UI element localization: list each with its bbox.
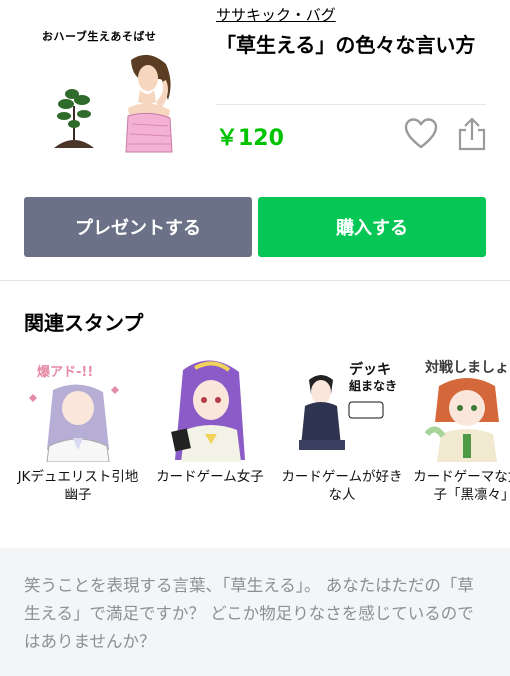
description-text: 笑うことを表現する言葉、「草生える」。 あなたはただの「草生える」で満足ですか？… bbox=[24, 576, 474, 651]
related-sticker-image: 爆アド-!! bbox=[29, 364, 119, 462]
heart-icon[interactable] bbox=[403, 116, 439, 152]
related-heading: 関連スタンプ bbox=[24, 311, 144, 335]
related-sticker-item[interactable]: 爆アド-!! JKデュエリスト引地幽子 bbox=[16, 350, 140, 504]
related-sticker-label: カードゲームが好きな人 bbox=[281, 469, 403, 503]
thumbnail-caption: おハーブ生えあそばせ bbox=[42, 30, 157, 43]
author-link[interactable]: ササキック・バグ bbox=[216, 4, 336, 25]
svg-text:爆アド-!!: 爆アド-!! bbox=[37, 364, 93, 380]
related-sticker-item[interactable]: カードゲーム女子 bbox=[148, 350, 272, 486]
gift-button-label: プレゼントする bbox=[75, 218, 201, 239]
related-sticker-label: カードゲーム女子 bbox=[156, 469, 264, 485]
related-sticker-item[interactable]: デッキ 組まなきゃ カードゲームが好きな人 bbox=[280, 350, 404, 504]
related-sticker-item[interactable]: 対戦しましょ カードゲーマな女の子「黒凛々」 bbox=[412, 350, 510, 504]
svg-text:対戦しましょ: 対戦しましょ bbox=[424, 359, 509, 376]
sticker-title: 「草生える」の色々な言い方 bbox=[216, 33, 476, 57]
sticker-art-text: 組まなきゃ bbox=[349, 378, 397, 393]
buy-button[interactable]: 購入する bbox=[258, 197, 486, 257]
related-sticker-label: JKデュエリスト引地幽子 bbox=[17, 469, 139, 503]
description-panel: 笑うことを表現する言葉、「草生える」。 あなたはただの「草生える」で満足ですか？… bbox=[0, 548, 510, 676]
price: ￥120 bbox=[216, 126, 284, 151]
sticker-art-text: デッキ bbox=[349, 361, 391, 378]
buy-button-label: 購入する bbox=[336, 218, 408, 239]
info-divider bbox=[216, 104, 486, 105]
share-icon[interactable] bbox=[456, 116, 488, 152]
related-sticker-image: 対戦しましょ bbox=[424, 359, 509, 462]
gift-button[interactable]: プレゼントする bbox=[24, 197, 252, 257]
related-sticker-image: デッキ 組まなきゃ bbox=[299, 361, 397, 450]
related-stickers-list: 爆アド-!! JKデュエリスト引地幽子 カードゲーム女子 デッキ 組まなき カー… bbox=[0, 350, 510, 535]
sticker-thumbnail: おハーブ生えあそばせ bbox=[36, 20, 186, 160]
section-divider bbox=[0, 280, 510, 281]
related-sticker-label: カードゲーマな女の子「黒凛々」 bbox=[413, 469, 510, 503]
related-sticker-image bbox=[171, 360, 245, 462]
